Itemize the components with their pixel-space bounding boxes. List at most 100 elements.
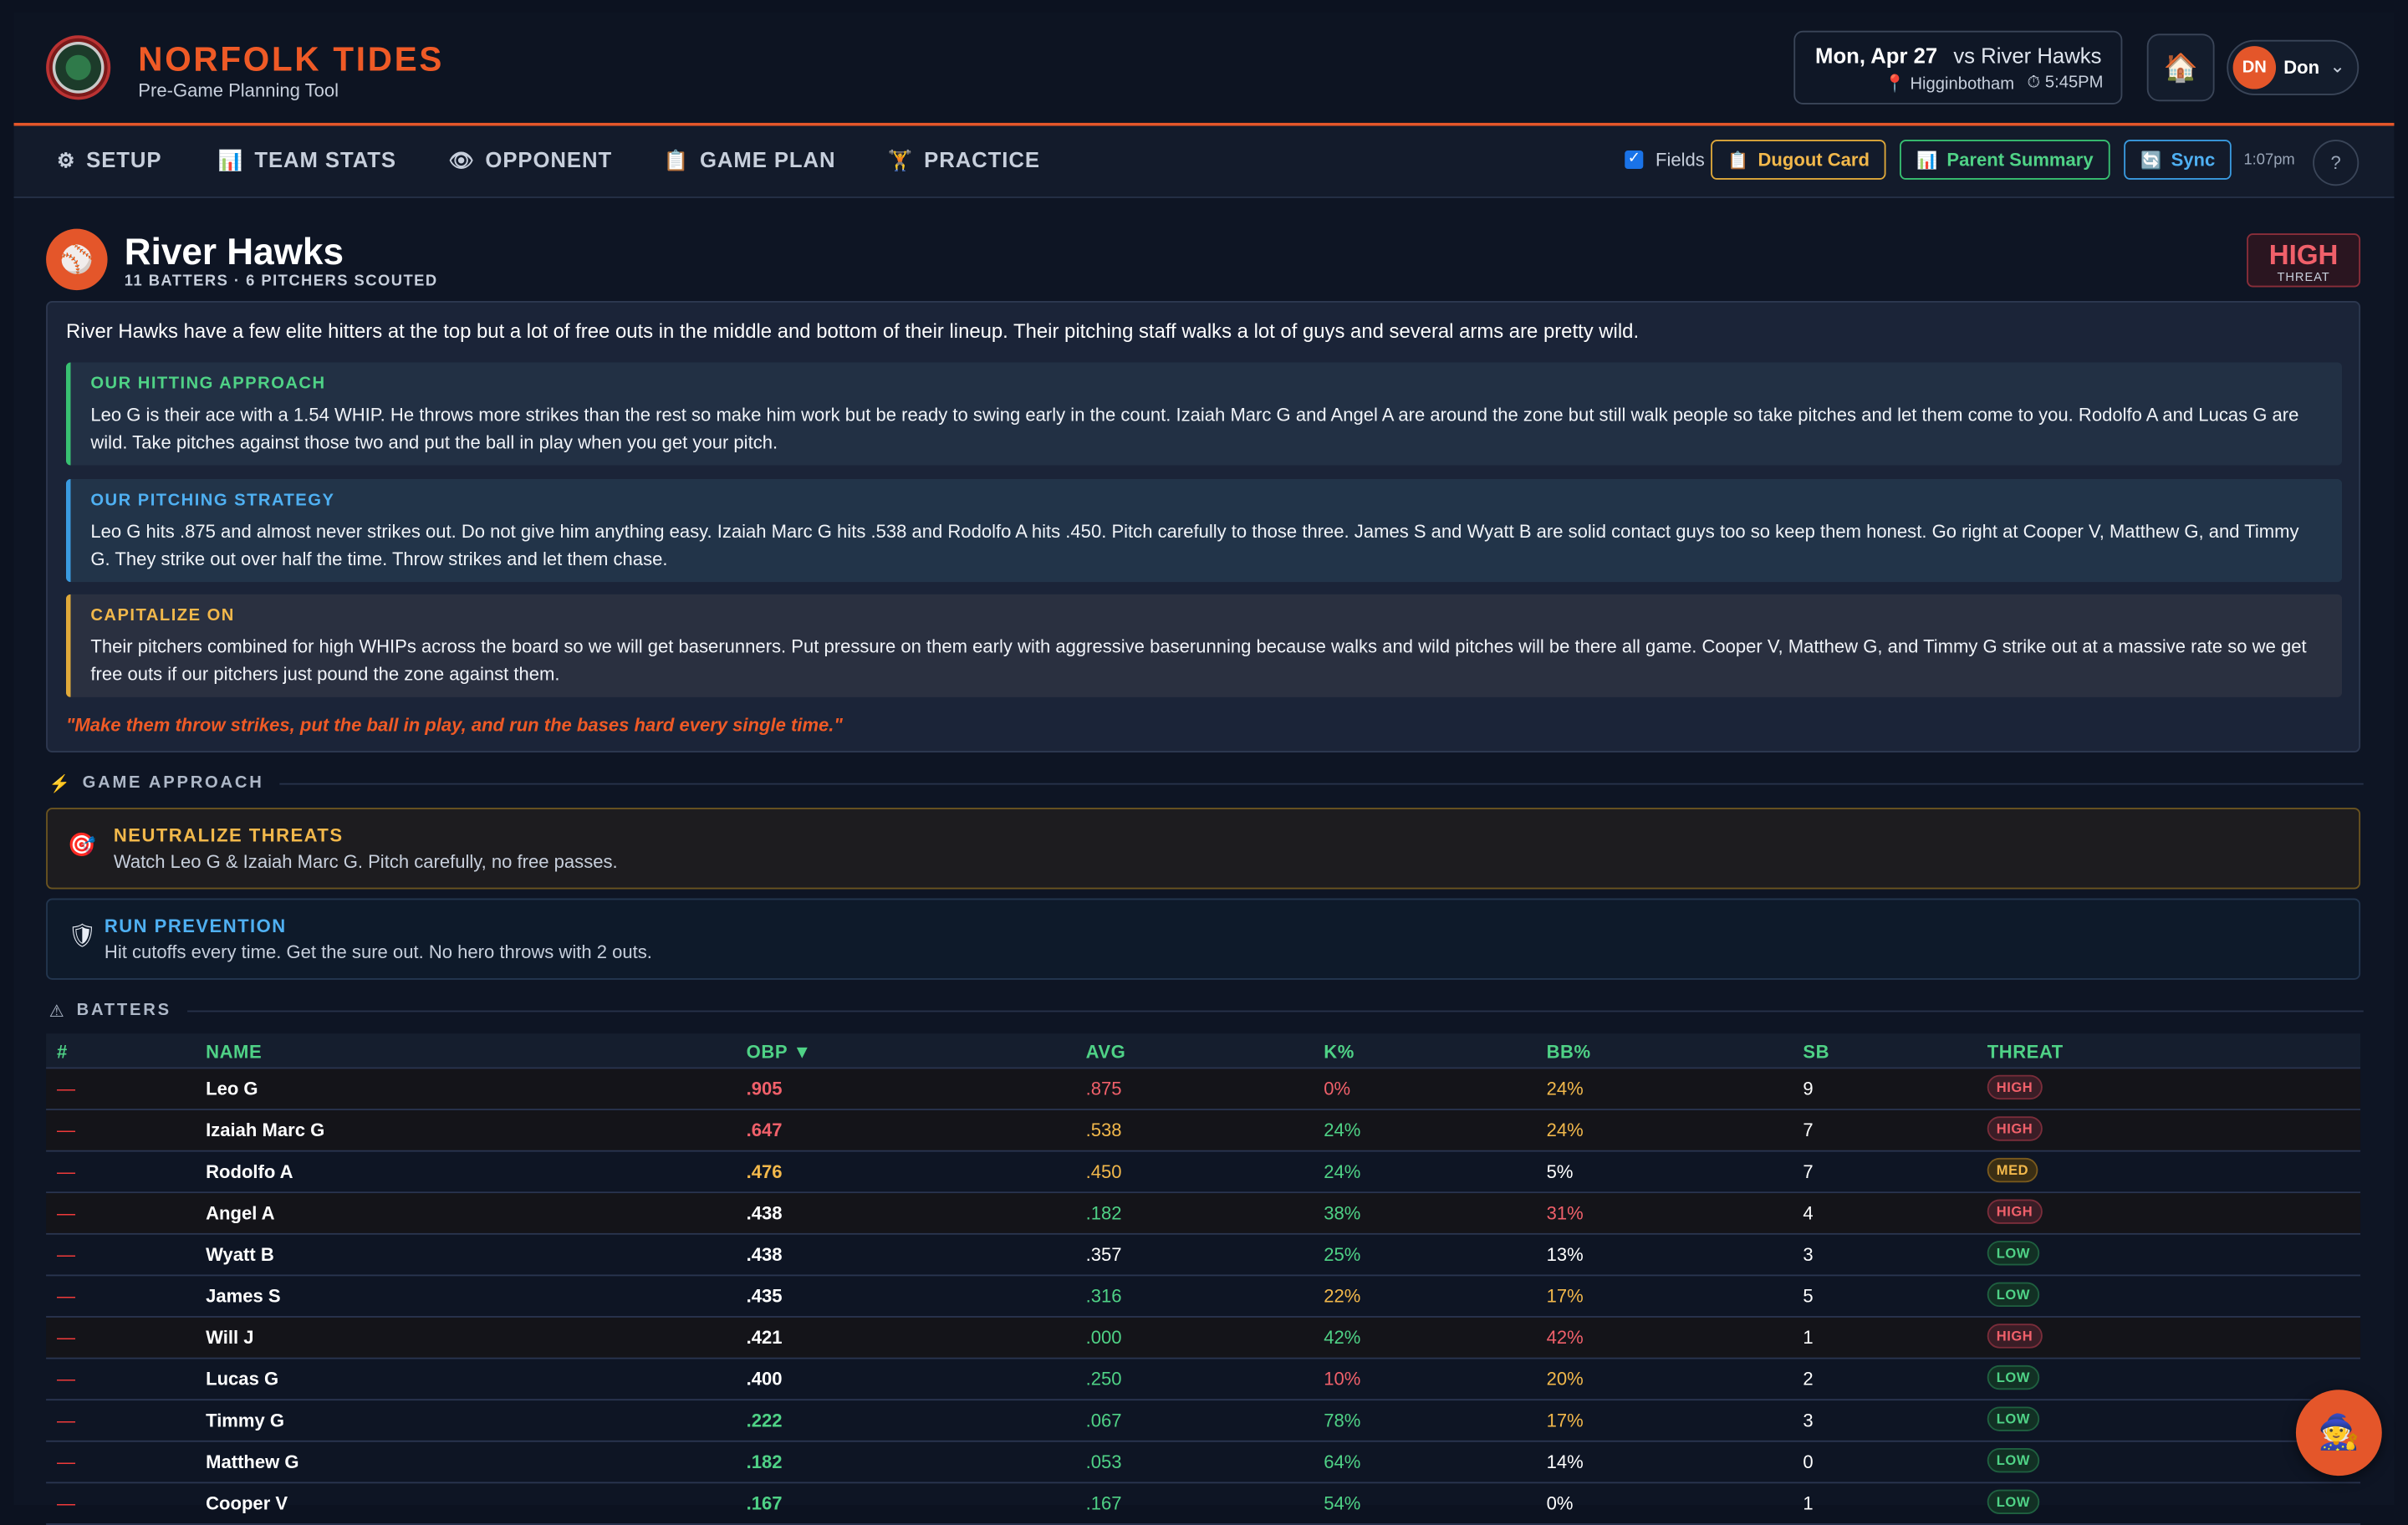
cell-bb: 31% <box>1546 1202 1584 1224</box>
cell-obp: .182 <box>746 1451 783 1473</box>
target-icon: 🎯 <box>67 832 97 859</box>
cell-num: — <box>56 1243 76 1266</box>
fields-checkbox[interactable]: ✓ <box>1625 150 1644 170</box>
cell-obp: .222 <box>746 1410 783 1431</box>
col-header-threat[interactable]: THREAT <box>1987 1041 2064 1063</box>
table-row[interactable]: — Lucas G .400 .250 10% 20% 2 LOW <box>46 1359 2361 1401</box>
home-icon: 🏠 <box>2163 51 2198 83</box>
tab-setup[interactable]: ⚙ SETUP <box>57 147 162 173</box>
col-header-name[interactable]: NAME <box>206 1041 262 1063</box>
table-row[interactable]: — Timmy G .222 .067 78% 17% 3 LOW <box>46 1400 2361 1442</box>
cell-obp: .438 <box>746 1202 783 1224</box>
table-row[interactable]: — Cooper V .167 .167 54% 0% 1 LOW <box>46 1483 2361 1525</box>
cell-k: 24% <box>1324 1160 1361 1183</box>
cell-sb: 4 <box>1803 1202 1814 1224</box>
cell-threat: HIGH <box>1987 1199 2043 1224</box>
threat-level: HIGH <box>2268 239 2339 271</box>
section-label: GAME APPROACH <box>82 773 264 793</box>
tab-label: OPPONENT <box>485 147 613 172</box>
cell-name: Cooper V <box>206 1492 288 1515</box>
cell-num: — <box>56 1368 76 1390</box>
cell-bb: 17% <box>1546 1285 1584 1308</box>
card-title: CAPITALIZE ON <box>90 606 235 625</box>
dugout-card-button[interactable]: 📋 Dugout Card <box>1711 140 1887 180</box>
cell-bb: 5% <box>1546 1160 1574 1183</box>
col-header-sb[interactable]: SB <box>1803 1041 1829 1063</box>
cell-bb: 17% <box>1546 1410 1584 1431</box>
cell-name: Timmy G <box>206 1410 285 1431</box>
tab-label: TEAM STATS <box>254 147 396 172</box>
table-row[interactable]: — Izaiah Marc G .647 .538 24% 24% 7 HIGH <box>46 1109 2361 1152</box>
col-header-num[interactable]: # <box>57 1041 68 1063</box>
table-row[interactable]: — James S .435 .316 22% 17% 5 LOW <box>46 1276 2361 1318</box>
scouting-summary: River Hawks have a few elite hitters at … <box>46 301 2361 753</box>
brand-title: NORFOLK TIDES <box>138 39 445 79</box>
lightning-icon: ⚡ <box>48 774 70 793</box>
cell-obp: .905 <box>746 1078 783 1100</box>
tab-game-plan[interactable]: 📋 GAME PLAN <box>663 147 835 173</box>
table-row[interactable]: — Rodolfo A .476 .450 24% 5% 7 MED <box>46 1152 2361 1194</box>
cell-avg: .053 <box>1085 1451 1122 1473</box>
cell-sb: 3 <box>1803 1410 1814 1431</box>
threat-badge: MED <box>1987 1157 2038 1183</box>
assistant-fab-button[interactable]: 🧙 <box>2295 1390 2382 1477</box>
threat-badge: LOW <box>1987 1282 2040 1308</box>
cell-obp: .400 <box>746 1368 783 1390</box>
clipboard-icon: 📋 <box>663 149 690 172</box>
fields-toggle[interactable]: ✓ Fields <box>1625 149 1705 171</box>
col-header-obp[interactable]: OBP ▼ <box>747 1041 812 1063</box>
tab-practice[interactable]: 🏋 PRACTICE <box>888 147 1040 173</box>
cell-bb: 13% <box>1546 1243 1584 1266</box>
threat-badge: LOW <box>1987 1448 2040 1473</box>
game-approach-header: ⚡ GAME APPROACH <box>49 773 2364 794</box>
cell-sb: 9 <box>1803 1078 1814 1100</box>
game-time: ⏱ 5:45PM <box>2027 74 2104 93</box>
col-header-k[interactable]: K% <box>1324 1041 1354 1063</box>
help-button[interactable]: ? <box>2313 140 2360 186</box>
card-body: Leo G is their ace with a 1.54 WHIP. He … <box>90 404 2299 452</box>
card-body: Leo G hits .875 and almost never strikes… <box>90 520 2299 569</box>
wizard-icon: 🧙 <box>2318 1412 2360 1451</box>
card-title: NEUTRALIZE THREATS <box>113 824 344 847</box>
cell-sb: 0 <box>1803 1451 1814 1473</box>
table-row[interactable]: — Matthew G .182 .053 64% 14% 0 LOW <box>46 1442 2361 1484</box>
cell-bb: 24% <box>1546 1078 1584 1100</box>
user-menu-button[interactable]: DN Don ⌄ <box>2227 39 2360 95</box>
col-header-bb[interactable]: BB% <box>1547 1041 1591 1063</box>
game-info-box[interactable]: Mon, Apr 27 vs River Hawks 📍 Higginbotha… <box>1793 30 2123 105</box>
home-button[interactable]: 🏠 <box>2146 33 2215 102</box>
tab-team-stats[interactable]: 📊 TEAM STATS <box>218 147 396 173</box>
cell-name: Wyatt B <box>206 1243 274 1266</box>
table-row[interactable]: — Wyatt B .438 .357 25% 13% 3 LOW <box>46 1235 2361 1277</box>
gear-icon: ⚙ <box>56 149 76 172</box>
game-opponent: vs River Hawks <box>1953 43 2102 68</box>
threat-badge: LOW <box>1987 1406 2040 1431</box>
card-title: RUN PREVENTION <box>104 915 287 937</box>
cell-num: — <box>56 1326 76 1349</box>
table-row[interactable]: — Leo G .905 .875 0% 24% 9 HIGH <box>46 1069 2361 1110</box>
cell-k: 0% <box>1324 1078 1351 1100</box>
summary-text: River Hawks have a few elite hitters at … <box>65 319 1640 343</box>
col-header-avg[interactable]: AVG <box>1086 1041 1126 1063</box>
sync-label: Sync <box>2171 149 2216 171</box>
cell-threat: LOW <box>1987 1364 2040 1390</box>
clipboard-icon: 📋 <box>1727 150 1749 170</box>
cell-obp: .647 <box>746 1119 783 1141</box>
brand-subtitle: Pre-Game Planning Tool <box>138 79 339 102</box>
batters-table: # NAME OBP ▼ AVG K% BB% SB THREAT — Leo G… <box>46 1033 2361 1525</box>
cell-obp: .438 <box>746 1243 783 1266</box>
avatar: DN <box>2232 46 2277 89</box>
cell-k: 10% <box>1324 1368 1361 1390</box>
hitting-approach-card: OUR HITTING APPROACH Leo G is their ace … <box>65 362 2343 466</box>
shield-icon: 🛡 <box>67 922 97 950</box>
parent-summary-button[interactable]: 📊 Parent Summary <box>1900 140 2110 180</box>
tab-opponent[interactable]: 👁 OPPONENT <box>448 147 612 173</box>
threat-badge: HIGH <box>1987 1074 2043 1100</box>
card-body: Watch Leo G & Izaiah Marc G. Pitch caref… <box>113 850 618 873</box>
table-row[interactable]: — Angel A .438 .182 38% 31% 4 HIGH <box>46 1193 2361 1235</box>
cell-obp: .167 <box>746 1492 783 1515</box>
table-row[interactable]: — Will J .421 .000 42% 42% 1 HIGH <box>46 1317 2361 1359</box>
sync-button[interactable]: 🔄 Sync <box>2124 140 2232 180</box>
main-nav: ⚙ SETUP 📊 TEAM STATS 👁 OPPONENT 📋 GAME PLAN … <box>13 125 2395 198</box>
divider <box>278 782 2364 784</box>
